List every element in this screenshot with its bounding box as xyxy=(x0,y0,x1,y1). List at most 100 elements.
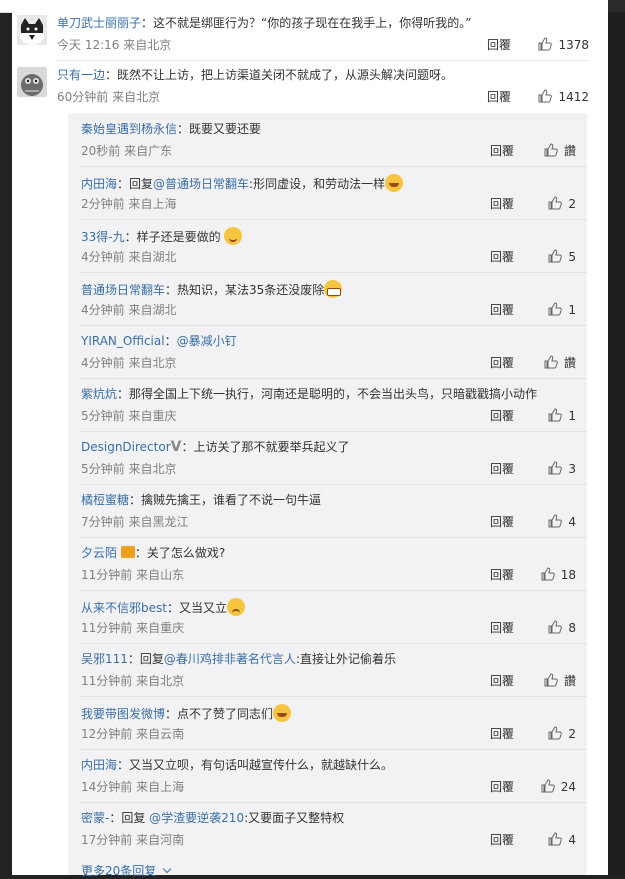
reply-user-link[interactable]: 内田海 xyxy=(81,177,117,191)
like-count: 2 xyxy=(568,197,576,211)
reply-meta: 2分钟前 来自上海 xyxy=(81,197,177,211)
like-count: 1378 xyxy=(558,38,589,52)
thumbs-up-icon xyxy=(544,143,558,157)
thumbs-up-icon xyxy=(548,302,563,316)
comment-body: ：这不就是绑匪行为？“你的孩子现在在我手上，你得听我的。” xyxy=(141,16,472,30)
reply-button[interactable]: 回覆 xyxy=(490,461,514,477)
reply-button[interactable]: 回覆 xyxy=(487,37,511,53)
like-count: 2 xyxy=(568,727,576,741)
like-count: 1 xyxy=(568,409,576,423)
reply-text: 我要带图发微博：点不了赞了同志们 xyxy=(81,704,292,722)
divider xyxy=(80,590,587,591)
comment-user-link[interactable]: 单刀武士丽丽子 xyxy=(57,16,141,30)
divider xyxy=(80,696,587,697)
like-count: 1412 xyxy=(558,90,589,104)
avatar[interactable] xyxy=(17,15,47,45)
reply-button[interactable]: 回覆 xyxy=(490,620,514,636)
like-count: 18 xyxy=(560,568,576,582)
reply-prefix: ：回复 xyxy=(117,177,154,191)
reply-user-link[interactable]: 紫炕炕 xyxy=(81,387,117,401)
reply-button[interactable]: 回覆 xyxy=(490,408,514,424)
reply-button[interactable]: 回覆 xyxy=(490,196,514,212)
reply-user-link[interactable]: 普通场日常翻车 xyxy=(81,283,165,297)
divider xyxy=(80,749,587,750)
reply-meta: 17分钟前 来自河南 xyxy=(81,833,185,847)
reply-body: ： xyxy=(164,334,177,348)
mention-link[interactable]: @春川鸡排非著名代言人 xyxy=(164,652,296,666)
mention-link[interactable]: @暴减小钉 xyxy=(177,334,237,348)
reply-user-link[interactable]: 秦始皇遇到杨永信 xyxy=(81,122,177,136)
reply-text: 内田海：回复@普通场日常翻车:形同虚设，和劳动法一样 xyxy=(81,174,404,192)
reply-user-link[interactable]: 33得-九 xyxy=(81,230,125,244)
divider xyxy=(80,431,587,432)
thumbs-up-icon xyxy=(544,673,558,687)
reply-button[interactable]: 回覆 xyxy=(490,779,514,795)
reply-button[interactable]: 回覆 xyxy=(487,89,511,105)
reply-body: :形同虚设，和劳动法一样 xyxy=(249,177,386,191)
like-button[interactable]: 24 xyxy=(520,779,576,795)
reply-button[interactable]: 回覆 xyxy=(490,514,514,530)
like-button[interactable]: 8 xyxy=(520,620,576,636)
reply-body: :又要面子又整特权 xyxy=(244,811,345,825)
comment-meta: 今天 12:16 来自北京 xyxy=(57,38,172,52)
like-count: 4 xyxy=(568,515,576,529)
reply-text: 从来不信邪best：又当又立 xyxy=(81,598,245,616)
reply-text: 秦始皇遇到杨永信：既要又要还要 xyxy=(81,121,261,137)
reply-user-link[interactable]: 吴邪111 xyxy=(81,652,128,666)
reply-button[interactable]: 回覆 xyxy=(490,673,514,689)
like-button[interactable]: 18 xyxy=(520,567,576,583)
reply-button[interactable]: 回覆 xyxy=(490,249,514,265)
emoji-laugh-icon xyxy=(273,704,292,722)
like-button[interactable]: 2 xyxy=(520,196,576,212)
reply-button[interactable]: 回覆 xyxy=(490,832,514,848)
reply-user-link[interactable]: 我要带图发微博 xyxy=(81,707,165,721)
mention-link[interactable]: @学渣要逆袭210 xyxy=(149,811,244,825)
reply-text: 普通场日常翻车：热知识，某法35条还没废除 xyxy=(81,280,343,298)
divider xyxy=(57,60,589,61)
like-button[interactable]: 2 xyxy=(520,726,576,742)
reply-meta: 14分钟前 来自上海 xyxy=(81,780,185,794)
reply-user-link[interactable]: 夕云陌 xyxy=(81,546,117,560)
reply-meta: 12分钟前 来自云南 xyxy=(81,727,185,741)
emoji-sad-icon xyxy=(226,598,245,616)
like-button[interactable]: 讚 xyxy=(520,673,576,689)
thumbs-up-icon xyxy=(548,514,563,528)
reply-button[interactable]: 回覆 xyxy=(490,302,514,318)
reply-user-link[interactable]: YIRAN_Official xyxy=(81,334,165,348)
like-button[interactable]: 1412 xyxy=(519,89,589,105)
like-button[interactable]: 1 xyxy=(520,408,576,424)
reply-meta: 4分钟前 来自北京 xyxy=(81,356,177,370)
like-button[interactable]: 4 xyxy=(520,832,576,848)
like-button[interactable]: 讚 xyxy=(520,143,576,159)
like-button[interactable]: 5 xyxy=(520,249,576,265)
avatar[interactable] xyxy=(17,67,47,97)
like-button[interactable]: 讚 xyxy=(520,355,576,371)
reply-user-link[interactable]: DesignDirector xyxy=(81,440,171,454)
reply-body: ：点不了赞了同志们 xyxy=(165,707,274,721)
more-replies-link[interactable]: 更多20条回复 xyxy=(81,862,172,879)
reply-text: 吴邪111：回复@春川鸡排非著名代言人:直接让外记偷着乐 xyxy=(81,651,396,667)
comment-user-link[interactable]: 只有一边 xyxy=(57,68,105,82)
reply-button[interactable]: 回覆 xyxy=(490,355,514,371)
reply-text: 橘梪蜜糖：擒贼先擒王，谁看了不说一句牛逼 xyxy=(81,492,321,508)
reply-button[interactable]: 回覆 xyxy=(490,567,514,583)
thumbs-up-icon xyxy=(538,89,553,103)
like-button[interactable]: 4 xyxy=(520,514,576,530)
reply-user-link[interactable]: 内田海 xyxy=(81,758,117,772)
thumbs-up-icon xyxy=(548,620,563,634)
like-button[interactable]: 3 xyxy=(520,461,576,477)
divider xyxy=(80,802,587,803)
mention-link[interactable]: @普通场日常翻车 xyxy=(153,177,249,191)
reply-button[interactable]: 回覆 xyxy=(490,726,514,742)
reply-user-link[interactable]: 密蒙- xyxy=(81,811,109,825)
reply-user-link[interactable]: 橘梪蜜糖 xyxy=(81,493,129,507)
reply-button[interactable]: 回覆 xyxy=(490,143,514,159)
like-button[interactable]: 1378 xyxy=(519,37,589,53)
comment-text: 单刀武士丽丽子：这不就是绑匪行为？“你的孩子现在在我手上，你得听我的。” xyxy=(57,15,471,31)
like-button[interactable]: 1 xyxy=(520,302,576,318)
reply-body: ：上访关了那不就要举兵起义了 xyxy=(181,440,350,454)
reply-body: ：样子还是要做的 xyxy=(124,230,225,244)
divider xyxy=(80,643,587,644)
thumbs-up-icon xyxy=(548,196,563,210)
reply-user-link[interactable]: 从来不信邪best xyxy=(81,601,167,615)
